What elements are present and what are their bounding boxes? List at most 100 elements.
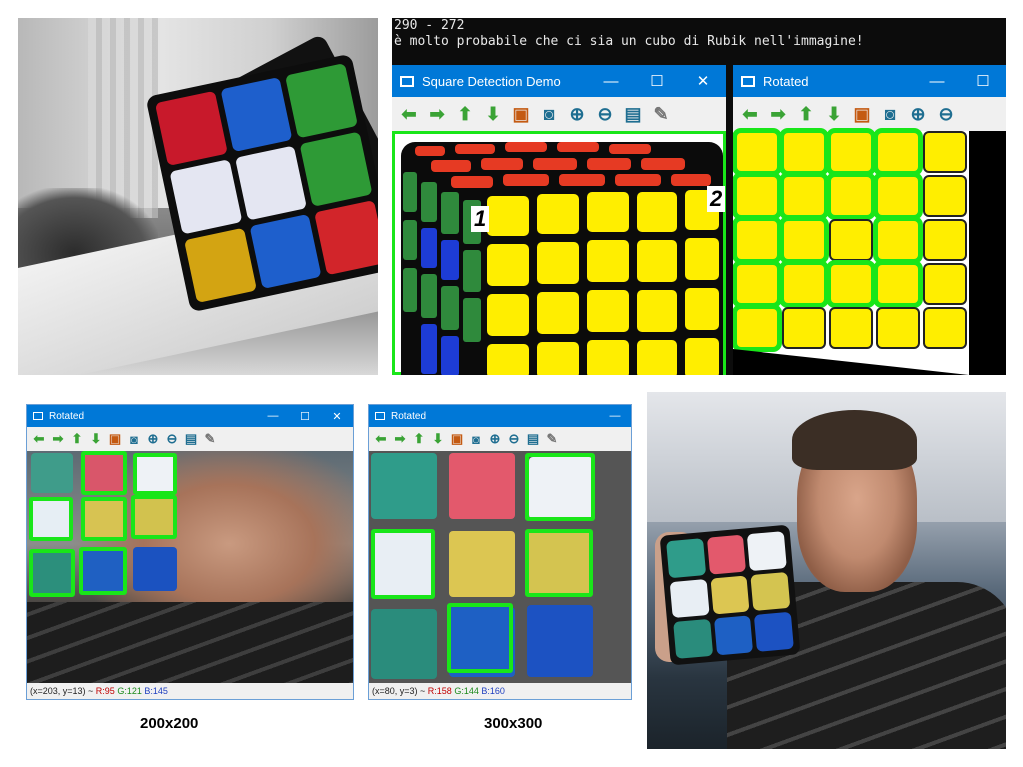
arrow-left-icon[interactable]: ⬅: [31, 431, 47, 447]
arrow-left-icon[interactable]: ⬅: [739, 103, 761, 125]
caption-300: 300x300: [484, 715, 543, 732]
zoom-out-icon[interactable]: ⊖: [164, 431, 180, 447]
window-titlebar[interactable]: Rotated —: [369, 405, 631, 427]
brush-icon[interactable]: ✎: [650, 103, 672, 125]
cube-sticker: [154, 90, 228, 166]
arrow-down-icon[interactable]: ⬇: [482, 103, 504, 125]
rectified-sticker: [925, 265, 965, 303]
arrow-left-icon[interactable]: ⬅: [398, 103, 420, 125]
window-titlebar[interactable]: Rotated — ☐ ✕: [27, 405, 353, 427]
window-title: Rotated: [763, 73, 809, 89]
arrow-right-icon[interactable]: ➡: [767, 103, 789, 125]
rectified-sticker: [925, 177, 965, 215]
arrow-up-icon[interactable]: ⬆: [69, 431, 85, 447]
rectified-sticker: [737, 133, 777, 171]
rubik-photo-grayscale: [18, 18, 378, 375]
console-line: è molto probabile che ci sia un cubo di …: [394, 34, 864, 49]
window-title: Rotated: [49, 410, 85, 422]
close-button[interactable]: ✕: [680, 72, 726, 90]
rectified-sticker: [925, 133, 965, 171]
status-green: G:144: [454, 686, 479, 696]
arrow-right-icon[interactable]: ➡: [50, 431, 66, 447]
arrow-left-icon[interactable]: ⬅: [373, 431, 389, 447]
rectified-sticker: [878, 265, 918, 303]
zoom-out-icon[interactable]: ⊖: [506, 431, 522, 447]
arrow-up-icon[interactable]: ⬆: [411, 431, 427, 447]
status-red: R:158: [427, 686, 452, 696]
close-button[interactable]: ✕: [321, 410, 353, 423]
window-titlebar[interactable]: Rotated — ☐: [733, 65, 1006, 97]
image-icon[interactable]: ▣: [449, 431, 465, 447]
maximize-button[interactable]: ☐: [289, 410, 321, 423]
minimize-button[interactable]: —: [588, 73, 634, 90]
maximize-button[interactable]: ☐: [634, 72, 680, 90]
zoom-region-icon[interactable]: ◙: [538, 103, 560, 125]
rectified-cube-grid: [733, 131, 969, 351]
image-icon[interactable]: ▣: [107, 431, 123, 447]
zoom-in-icon[interactable]: ⊕: [907, 103, 929, 125]
arrow-down-icon[interactable]: ⬇: [88, 431, 104, 447]
rectified-sticker: [784, 309, 824, 347]
rectified-sticker: [878, 177, 918, 215]
minimize-button[interactable]: —: [257, 410, 289, 422]
arrow-right-icon[interactable]: ➡: [426, 103, 448, 125]
zoom-in-icon[interactable]: ⊕: [566, 103, 588, 125]
brush-icon[interactable]: ✎: [202, 431, 218, 447]
rotated-window[interactable]: Rotated — ☐ ⬅ ➡ ⬆ ⬇ ▣ ◙ ⊕ ⊖: [733, 65, 1006, 375]
rectified-sticker: [878, 133, 918, 171]
app-icon: [400, 75, 414, 87]
save-icon[interactable]: ▤: [525, 431, 541, 447]
window-titlebar[interactable]: Square Detection Demo — ☐ ✕: [392, 65, 726, 97]
zoom-in-icon[interactable]: ⊕: [487, 431, 503, 447]
rectified-sticker: [784, 265, 824, 303]
desktop-screenshot: 290 - 272 è molto probabile che ci sia u…: [392, 18, 1006, 375]
rotated-window-300[interactable]: Rotated — ⬅ ➡ ⬆ ⬇ ▣ ◙ ⊕ ⊖ ▤ ✎ (x=80, y=3…: [368, 404, 632, 700]
rubik-cube: [659, 524, 801, 666]
status-red: R:95: [95, 686, 115, 696]
minimize-button[interactable]: —: [914, 73, 960, 90]
save-icon[interactable]: ▤: [183, 431, 199, 447]
console-output: 290 - 272 è molto probabile che ci sia u…: [392, 18, 1006, 64]
rotated-window-200[interactable]: Rotated — ☐ ✕ ⬅ ➡ ⬆ ⬇ ▣ ◙ ⊕ ⊖ ▤ ✎ (x=203…: [26, 404, 354, 700]
arrow-down-icon[interactable]: ⬇: [430, 431, 446, 447]
image-toolbar: ⬅ ➡ ⬆ ⬇ ▣ ◙ ⊕ ⊖ ▤ ✎: [392, 97, 726, 131]
zoom-region-icon[interactable]: ◙: [468, 431, 484, 447]
rectified-sticker: [737, 221, 777, 259]
zoom-region-icon[interactable]: ◙: [126, 431, 142, 447]
minimize-button[interactable]: —: [599, 410, 631, 422]
zoom-in-icon[interactable]: ⊕: [145, 431, 161, 447]
rectified-sticker: [737, 177, 777, 215]
rectified-sticker: [784, 177, 824, 215]
cube-sticker: [747, 531, 787, 571]
rectified-sticker: [878, 221, 918, 259]
rectified-sticker: [831, 133, 871, 171]
image-icon[interactable]: ▣: [510, 103, 532, 125]
image-icon[interactable]: ▣: [851, 103, 873, 125]
zoom-out-icon[interactable]: ⊖: [594, 103, 616, 125]
rectified-sticker: [925, 221, 965, 259]
rectified-sticker: [737, 265, 777, 303]
square-detection-window[interactable]: Square Detection Demo — ☐ ✕ ⬅ ➡ ⬆ ⬇ ▣ ◙ …: [392, 65, 726, 375]
webcam-photo: [647, 392, 1006, 749]
arrow-right-icon[interactable]: ➡: [392, 431, 408, 447]
window-title: Rotated: [391, 410, 427, 422]
cube-sticker: [706, 534, 747, 575]
arrow-up-icon[interactable]: ⬆: [795, 103, 817, 125]
arrow-down-icon[interactable]: ⬇: [823, 103, 845, 125]
image-canvas: [369, 451, 631, 683]
rubik-5x5-cube: [401, 142, 723, 375]
zoom-out-icon[interactable]: ⊖: [935, 103, 957, 125]
cube-sticker: [234, 145, 308, 221]
image-canvas: [27, 451, 353, 683]
maximize-button[interactable]: ☐: [960, 72, 1006, 90]
zoom-region-icon[interactable]: ◙: [879, 103, 901, 125]
brush-icon[interactable]: ✎: [544, 431, 560, 447]
arrow-up-icon[interactable]: ⬆: [454, 103, 476, 125]
cube-sticker: [169, 159, 243, 235]
save-icon[interactable]: ▤: [622, 103, 644, 125]
status-blue: B:145: [144, 686, 168, 696]
image-toolbar: ⬅ ➡ ⬆ ⬇ ▣ ◙ ⊕ ⊖ ▤ ✎: [369, 427, 631, 451]
status-coords: (x=203, y=13) ~: [30, 686, 96, 696]
status-bar: (x=203, y=13) ~ R:95 G:121 B:145: [27, 683, 353, 699]
cube-sticker: [249, 213, 322, 290]
